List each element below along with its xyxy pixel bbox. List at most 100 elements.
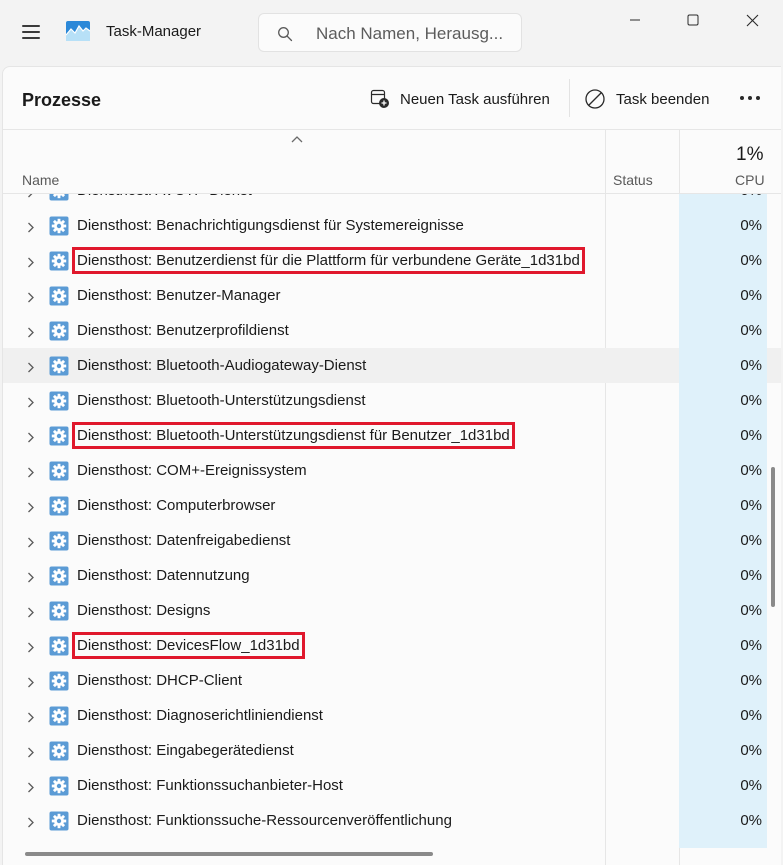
end-task-icon xyxy=(585,89,605,109)
maximize-button[interactable] xyxy=(678,10,708,30)
main-panel: Prozesse Neuen Task ausführen Task beend… xyxy=(2,66,781,865)
process-row[interactable]: Diensthost: Funktionssuchanbieter-Host 0% xyxy=(3,768,781,803)
horizontal-scrollbar[interactable] xyxy=(25,852,433,856)
chevron-right-icon[interactable] xyxy=(27,605,35,618)
chevron-right-icon[interactable] xyxy=(27,675,35,688)
process-row[interactable]: Diensthost: Benutzerprofildienst 0% xyxy=(3,313,781,348)
service-gear-icon xyxy=(49,601,69,621)
process-name: Diensthost: Funktionssuche-Ressourcenver… xyxy=(77,812,452,829)
process-cpu: 0% xyxy=(740,497,762,514)
chevron-right-icon[interactable] xyxy=(27,395,35,408)
more-horizontal-icon[interactable] xyxy=(740,96,760,100)
process-cpu: 0% xyxy=(740,812,762,829)
process-row[interactable]: Diensthost: Funktionssuche-Ressourcenver… xyxy=(3,803,781,838)
search-box[interactable]: Nach Namen, Herausg... xyxy=(258,13,522,52)
chevron-right-icon[interactable] xyxy=(27,194,35,198)
chevron-right-icon[interactable] xyxy=(27,815,35,828)
service-gear-icon xyxy=(49,251,69,271)
chevron-right-icon[interactable] xyxy=(27,535,35,548)
process-cpu: 0% xyxy=(740,567,762,584)
process-name: Diensthost: Diagnoserichtliniendienst xyxy=(77,707,323,724)
process-cpu: 0% xyxy=(740,707,762,724)
chevron-right-icon[interactable] xyxy=(27,465,35,478)
chevron-right-icon[interactable] xyxy=(27,220,35,233)
service-gear-icon xyxy=(49,426,69,446)
process-name: Diensthost: Bluetooth-Unterstützungsdien… xyxy=(77,392,366,409)
process-row[interactable]: Diensthost: Benachrichtigungsdienst für … xyxy=(3,208,781,243)
chevron-right-icon[interactable] xyxy=(27,500,35,513)
maximize-icon xyxy=(687,14,699,26)
chevron-right-icon[interactable] xyxy=(27,640,35,653)
process-name: Diensthost: Benachrichtigungsdienst für … xyxy=(77,217,464,234)
process-row[interactable]: Diensthost: AVCTP-Dienst 0% xyxy=(3,194,781,208)
chevron-right-icon[interactable] xyxy=(27,290,35,303)
process-row[interactable]: Diensthost: Designs 0% xyxy=(3,593,781,628)
end-task-label: Task beenden xyxy=(616,90,710,108)
process-row[interactable]: Diensthost: Benutzer-Manager 0% xyxy=(3,278,781,313)
process-name: Diensthost: Computerbrowser xyxy=(77,497,276,514)
column-header-status[interactable]: Status xyxy=(613,172,653,188)
vertical-scrollbar[interactable] xyxy=(771,467,775,607)
process-row[interactable]: Diensthost: Eingabegerätedienst 0% xyxy=(3,733,781,768)
chevron-right-icon[interactable] xyxy=(27,710,35,723)
process-row[interactable]: Diensthost: Diagnoserichtliniendienst 0% xyxy=(3,698,781,733)
chevron-right-icon[interactable] xyxy=(27,430,35,443)
process-name: Diensthost: Funktionssuchanbieter-Host xyxy=(77,777,343,794)
chevron-right-icon[interactable] xyxy=(27,325,35,338)
process-name: Diensthost: Benutzer-Manager xyxy=(77,287,281,304)
page-title: Prozesse xyxy=(22,90,102,110)
close-icon xyxy=(746,14,758,26)
process-cpu: 0% xyxy=(740,392,762,409)
process-row[interactable]: Diensthost: Bluetooth-Audiogateway-Diens… xyxy=(3,348,781,383)
column-header-cpu[interactable]: CPU xyxy=(735,172,765,188)
end-task-button[interactable]: Task beenden xyxy=(584,86,709,112)
new-task-label: Neuen Task ausführen xyxy=(400,90,550,108)
process-row[interactable]: Diensthost: Computerbrowser 0% xyxy=(3,488,781,523)
process-cpu: 0% xyxy=(740,777,762,794)
process-row[interactable]: Diensthost: Benutzerdienst für die Platt… xyxy=(3,243,781,278)
process-name: Diensthost: Benutzerprofildienst xyxy=(77,322,289,339)
process-name: Diensthost: Benutzerdienst für die Platt… xyxy=(77,252,580,269)
toolbar-divider xyxy=(569,79,570,117)
service-gear-icon xyxy=(49,636,69,656)
process-name: Diensthost: DHCP-Client xyxy=(77,672,243,689)
process-cpu: 0% xyxy=(740,217,762,234)
new-task-icon xyxy=(370,89,389,108)
process-row[interactable]: Diensthost: Datenfreigabedienst 0% xyxy=(3,523,781,558)
chevron-right-icon[interactable] xyxy=(27,360,35,373)
service-gear-icon xyxy=(49,321,69,341)
process-cpu: 0% xyxy=(740,194,762,199)
chevron-right-icon[interactable] xyxy=(27,745,35,758)
hamburger-menu-icon[interactable] xyxy=(14,16,48,48)
chevron-right-icon[interactable] xyxy=(27,780,35,793)
service-gear-icon xyxy=(49,811,69,831)
service-gear-icon xyxy=(49,531,69,551)
service-gear-icon xyxy=(49,216,69,236)
process-row[interactable]: Diensthost: DevicesFlow_1d31bd 0% xyxy=(3,628,781,663)
sort-ascending-icon[interactable] xyxy=(290,134,304,144)
minimize-button[interactable] xyxy=(620,10,650,30)
chevron-right-icon[interactable] xyxy=(27,570,35,583)
process-name: Diensthost: COM+-Ereignissystem xyxy=(77,462,307,479)
new-task-button[interactable]: Neuen Task ausführen xyxy=(370,86,550,112)
service-gear-icon xyxy=(49,671,69,691)
process-name: Diensthost: Bluetooth-Audiogateway-Diens… xyxy=(77,357,367,374)
process-row[interactable]: Diensthost: Datennutzung 0% xyxy=(3,558,781,593)
process-cpu: 0% xyxy=(740,462,762,479)
cpu-total-percent: 1% xyxy=(736,144,764,165)
chevron-right-icon[interactable] xyxy=(27,255,35,268)
process-row[interactable]: Diensthost: COM+-Ereignissystem 0% xyxy=(3,453,781,488)
search-input[interactable]: Nach Namen, Herausg... xyxy=(316,24,503,44)
service-gear-icon xyxy=(49,776,69,796)
column-header-row: Name Status 1% CPU xyxy=(3,130,781,194)
column-header-name[interactable]: Name xyxy=(22,172,59,188)
process-row[interactable]: Diensthost: Bluetooth-Unterstützungsdien… xyxy=(3,383,781,418)
process-name: Diensthost: Datennutzung xyxy=(77,567,250,584)
service-gear-icon xyxy=(49,706,69,726)
service-gear-icon xyxy=(49,741,69,761)
process-cpu: 0% xyxy=(740,427,762,444)
process-row[interactable]: Diensthost: DHCP-Client 0% xyxy=(3,663,781,698)
close-button[interactable] xyxy=(737,10,767,30)
process-row[interactable]: Diensthost: Bluetooth-Unterstützungsdien… xyxy=(3,418,781,453)
service-gear-icon xyxy=(49,194,69,201)
